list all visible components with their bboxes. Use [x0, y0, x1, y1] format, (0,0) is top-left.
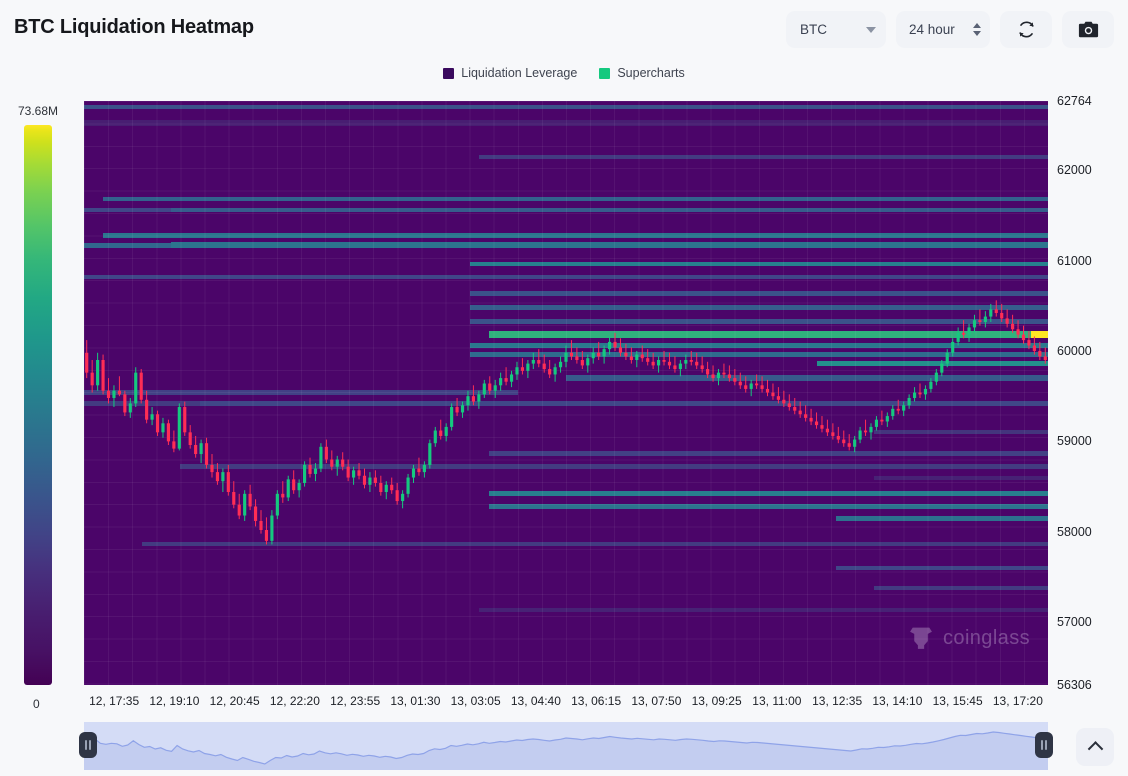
refresh-icon	[1018, 21, 1034, 38]
legend-item-supercharts[interactable]: Supercharts	[599, 66, 685, 80]
time-axis-tick: 13, 17:20	[992, 694, 1043, 708]
time-axis-tick: 13, 07:50	[631, 694, 682, 708]
price-axis-tick: 60000	[1057, 343, 1092, 358]
time-axis-tick: 12, 20:45	[209, 694, 260, 708]
brush-handle-right[interactable]	[1035, 732, 1053, 758]
page-header: BTC Liquidation Heatmap BTC 24 hour	[0, 0, 1128, 58]
time-axis: 12, 17:35 12, 19:10 12, 20:45 12, 22:20 12, …	[84, 694, 1048, 714]
header-controls: BTC 24 hour	[786, 11, 1114, 48]
price-axis-tick: 62000	[1057, 163, 1092, 178]
price-axis-tick: 56306	[1057, 678, 1092, 692]
chevron-down-icon	[866, 26, 876, 33]
scroll-to-top-button[interactable]	[1076, 728, 1114, 766]
symbol-select-value: BTC	[800, 22, 827, 37]
brush-handle-left[interactable]	[79, 732, 97, 758]
legend-label-liquidation-leverage: Liquidation Leverage	[461, 66, 578, 80]
candlestick-series	[85, 300, 1047, 545]
time-axis-tick: 13, 04:40	[510, 694, 561, 708]
legend-label-supercharts: Supercharts	[617, 66, 685, 80]
time-axis-tick: 13, 03:05	[450, 694, 501, 708]
time-axis-tick: 12, 23:55	[330, 694, 381, 708]
stepper-arrows-icon	[973, 23, 981, 36]
price-axis-tick: 62764	[1057, 94, 1092, 108]
period-stepper-value: 24 hour	[909, 22, 955, 37]
legend-item-liquidation-leverage[interactable]: Liquidation Leverage	[443, 66, 577, 80]
price-axis-tick: 59000	[1057, 434, 1092, 449]
colorbar-gradient	[24, 125, 52, 685]
screenshot-button[interactable]	[1062, 11, 1114, 48]
colorbar-min-label: 0	[33, 697, 40, 711]
time-axis-tick: 13, 01:30	[390, 694, 441, 708]
refresh-button[interactable]	[1000, 11, 1052, 48]
page-title: BTC Liquidation Heatmap	[14, 16, 254, 38]
heatmap-plot-area[interactable]: coinglass	[84, 101, 1048, 685]
price-axis-tick: 61000	[1057, 253, 1092, 268]
time-axis-tick: 12, 19:10	[149, 694, 200, 708]
time-axis-tick: 13, 09:25	[691, 694, 742, 708]
time-axis-tick: 12, 22:20	[269, 694, 320, 708]
time-axis-tick: 13, 15:45	[932, 694, 983, 708]
time-axis-tick: 13, 12:35	[812, 694, 863, 708]
legend-swatch-supercharts	[599, 67, 611, 79]
legend-swatch-liquidation-leverage	[443, 67, 455, 79]
price-axis-tick: 58000	[1057, 524, 1092, 539]
colorbar-max-label: 73.68M	[18, 104, 59, 118]
chevron-up-icon	[1087, 740, 1103, 757]
time-range-brush[interactable]	[79, 722, 1053, 770]
time-axis-tick: 13, 11:00	[752, 694, 802, 708]
symbol-select[interactable]: BTC	[786, 11, 886, 48]
period-stepper[interactable]: 24 hour	[896, 11, 990, 48]
time-axis-tick: 13, 14:10	[872, 694, 923, 708]
brush-mini-chart	[84, 731, 1048, 770]
camera-icon	[1078, 21, 1098, 38]
price-axis-tick: 57000	[1057, 615, 1092, 630]
time-axis-tick: 13, 06:15	[571, 694, 622, 708]
price-axis: 62764 62000 61000 60000 59000 58000 57000 56306	[1052, 94, 1128, 692]
chart-legend: Liquidation Leverage Supercharts	[0, 66, 1128, 80]
liquidation-heatmap-page: BTC Liquidation Heatmap BTC 24 hour Liqu…	[0, 0, 1128, 776]
time-axis-tick: 12, 17:35	[89, 694, 140, 708]
